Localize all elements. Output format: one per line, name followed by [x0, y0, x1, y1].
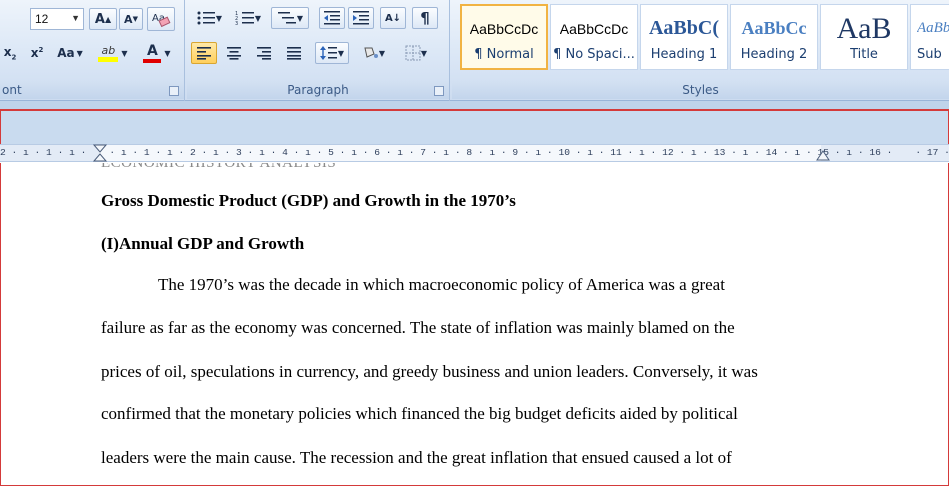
sort-icon: A↓ [384, 12, 402, 24]
change-case-icon: Aa [57, 46, 75, 60]
paragraph-dialog-launcher[interactable] [434, 86, 444, 96]
workspace-background [0, 111, 949, 144]
line-spacing-button[interactable]: ▼ [315, 42, 349, 64]
superscript-button[interactable]: x2 [26, 42, 48, 64]
svg-text:3: 3 [235, 21, 238, 26]
style-sample: AaBbC [917, 20, 949, 36]
align-left-icon [197, 47, 211, 60]
section-heading: (I)Annual GDP and Growth [101, 234, 305, 253]
font-size-value: 12 [35, 12, 49, 26]
paragraph-line: prices of oil, speculations in currency,… [101, 362, 758, 381]
show-formatting-button[interactable]: ¶ [412, 7, 438, 29]
borders-button[interactable]: ▼ [397, 42, 435, 64]
style-name: Sub [917, 46, 942, 62]
ruler-ticks: 2 · ı · 1 · ı · · ı · 1 · ı · 2 · ı · 3 … [0, 147, 949, 158]
pilcrow-icon: ¶ [420, 9, 430, 27]
justify-button[interactable] [281, 42, 307, 64]
grow-font-button[interactable]: A ▲ [89, 8, 117, 30]
style-name: Title [850, 46, 878, 62]
align-left-button[interactable] [191, 42, 217, 64]
borders-icon [405, 45, 421, 61]
numbering-button[interactable]: 1 2 3 ▼ [230, 7, 266, 29]
style-name: ¶ Normal [474, 46, 534, 62]
style-no-spacing[interactable]: AaBbCcDc ¶ No Spaci... [550, 4, 638, 70]
bullet-list-icon [197, 11, 215, 25]
subscript-button[interactable]: x2 [0, 42, 20, 64]
font-color-icon: A [143, 43, 162, 63]
decrease-indent-icon [324, 11, 340, 25]
font-group-label: ont [0, 81, 184, 99]
multilevel-list-button[interactable]: ▼ [271, 7, 309, 29]
style-normal[interactable]: AaBbCcDc ¶ Normal [460, 4, 548, 70]
increase-indent-button[interactable] [348, 7, 374, 29]
document-title: Gross Domestic Product (GDP) and Growth … [101, 191, 516, 210]
align-right-icon [257, 47, 271, 60]
bullets-button[interactable]: ▼ [191, 7, 227, 29]
font-group: 12 ▼ A ▲ A ▼ Aa x2 x2 Aa ▼ ab ▼ A ▼ ont [0, 0, 185, 101]
shading-button[interactable]: ▼ [355, 42, 391, 64]
decrease-indent-button[interactable] [319, 7, 345, 29]
style-heading-1[interactable]: AaBbC( Heading 1 [640, 4, 728, 70]
style-name: Heading 1 [650, 46, 718, 62]
numbered-list-icon: 1 2 3 [235, 11, 254, 26]
style-name: ¶ No Spaci... [553, 46, 635, 62]
change-case-button[interactable]: Aa ▼ [52, 42, 88, 64]
styles-group: AaBbCcDc ¶ Normal AaBbCcDc ¶ No Spaci...… [452, 0, 949, 101]
font-color-button[interactable]: A ▼ [138, 42, 176, 64]
sort-button[interactable]: A↓ [380, 7, 406, 29]
grow-font-icon: A [94, 11, 105, 27]
shrink-font-icon: A [124, 12, 133, 26]
paragraph-group: ▼ 1 2 3 ▼ ▼ A↓ ¶ ▼ ▼ ▼ Paragraph [187, 0, 450, 101]
paragraph-line: leaders were the main cause. The recessi… [101, 448, 732, 467]
increase-indent-icon [353, 11, 369, 25]
paragraph-line: The 1970’s was the decade in which macro… [158, 275, 725, 294]
style-heading-2[interactable]: AaBbCc Heading 2 [730, 4, 818, 70]
style-title[interactable]: AaB Title [820, 4, 908, 70]
style-sample: AaB [836, 12, 892, 45]
paragraph-group-label: Paragraph [187, 81, 449, 99]
ribbon-bottom-strip [0, 101, 949, 109]
header-text: ECONOMIC HISTORY ANALYSIS [101, 163, 337, 171]
shrink-font-button[interactable]: A ▼ [119, 8, 143, 30]
highlighter-icon: ab [98, 44, 119, 62]
clear-formatting-button[interactable]: Aa [147, 7, 175, 31]
horizontal-ruler[interactable]: 2 · ı · 1 · ı · · ı · 1 · ı · 2 · ı · 3 … [0, 144, 949, 162]
font-dialog-launcher[interactable] [169, 86, 179, 96]
align-center-button[interactable] [221, 42, 247, 64]
eraser-icon: Aa [152, 13, 171, 28]
style-sample: AaBbCc [741, 18, 807, 38]
ribbon: 12 ▼ A ▲ A ▼ Aa x2 x2 Aa ▼ ab ▼ A ▼ ont … [0, 0, 949, 101]
align-right-button[interactable] [251, 42, 277, 64]
justify-icon [287, 47, 301, 60]
multilevel-list-icon [277, 12, 296, 24]
paragraph-line: failure as far as the economy was concer… [101, 318, 735, 337]
subscript-icon: x2 [3, 44, 17, 62]
chevron-down-icon[interactable]: ▼ [71, 13, 80, 23]
style-name: Heading 2 [740, 46, 808, 62]
document-page[interactable]: ECONOMIC HISTORY ANALYSIS Gross Domestic… [0, 163, 949, 486]
align-center-icon [227, 47, 241, 60]
style-subtitle[interactable]: AaBbC Sub [910, 4, 949, 70]
paint-bucket-icon [364, 47, 378, 58]
styles-group-label: Styles [452, 81, 949, 99]
line-spacing-icon [319, 46, 337, 60]
first-line-indent-icon[interactable] [93, 144, 107, 163]
text-highlight-button[interactable]: ab ▼ [94, 42, 132, 64]
style-sample: AaBbCcDc [469, 20, 539, 37]
superscript-icon: x2 [30, 46, 44, 60]
right-indent-icon[interactable] [816, 149, 830, 162]
style-sample: AaBbCcDc [559, 20, 629, 37]
style-sample: AaBbC( [648, 17, 719, 39]
font-size-combo[interactable]: 12 ▼ [30, 8, 84, 30]
paragraph-line: confirmed that the monetary policies whi… [101, 404, 738, 423]
